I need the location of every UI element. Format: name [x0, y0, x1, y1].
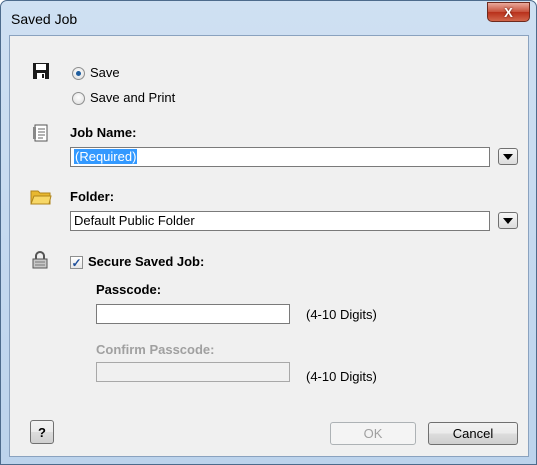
passcode-label: Passcode:: [96, 282, 162, 297]
passcode-hint: (4-10 Digits): [306, 307, 377, 322]
dialog-body: Save Save and Print Job Name: (Required): [9, 35, 529, 457]
job-name-input[interactable]: (Required): [70, 147, 490, 167]
close-button[interactable]: X: [487, 2, 530, 22]
dialog-window: Saved Job X Save Save and Print Job Name…: [0, 0, 537, 465]
chevron-down-icon: [503, 217, 513, 224]
close-icon: X: [504, 4, 513, 20]
radio-save-label[interactable]: Save: [90, 65, 120, 80]
confirm-passcode-input[interactable]: [96, 362, 290, 382]
chevron-down-icon: [503, 153, 513, 160]
lock-icon: [32, 251, 48, 269]
job-name-icon: [32, 124, 50, 142]
ok-button[interactable]: OK: [330, 422, 416, 445]
job-name-dropdown-button[interactable]: [498, 148, 518, 165]
folder-label: Folder:: [70, 189, 115, 204]
folder-select[interactable]: Default Public Folder: [70, 211, 490, 231]
help-button[interactable]: ?: [30, 420, 54, 444]
check-icon: ✓: [71, 255, 82, 270]
folder-dropdown-button[interactable]: [498, 212, 518, 229]
job-name-value: (Required): [74, 149, 138, 164]
folder-value: Default Public Folder: [74, 213, 195, 228]
confirm-passcode-label: Confirm Passcode:: [96, 342, 215, 357]
window-title: Saved Job: [11, 11, 78, 27]
floppy-disk-icon: [32, 62, 50, 80]
cancel-button-label: Cancel: [452, 426, 494, 441]
radio-save-and-print-label[interactable]: Save and Print: [90, 90, 175, 105]
folder-icon: [30, 188, 52, 206]
job-name-label: Job Name:: [70, 125, 137, 140]
confirm-passcode-hint: (4-10 Digits): [306, 369, 377, 384]
ok-button-label: OK: [363, 426, 383, 441]
secure-saved-job-checkbox[interactable]: ✓: [70, 256, 83, 269]
help-icon: ?: [38, 424, 46, 440]
cancel-button[interactable]: Cancel: [428, 422, 518, 445]
radio-save-and-print[interactable]: [72, 92, 85, 105]
secure-saved-job-label[interactable]: Secure Saved Job:: [88, 254, 204, 269]
passcode-input[interactable]: [96, 304, 290, 324]
title-bar[interactable]: Saved Job X: [1, 1, 536, 35]
radio-save[interactable]: [72, 67, 85, 80]
